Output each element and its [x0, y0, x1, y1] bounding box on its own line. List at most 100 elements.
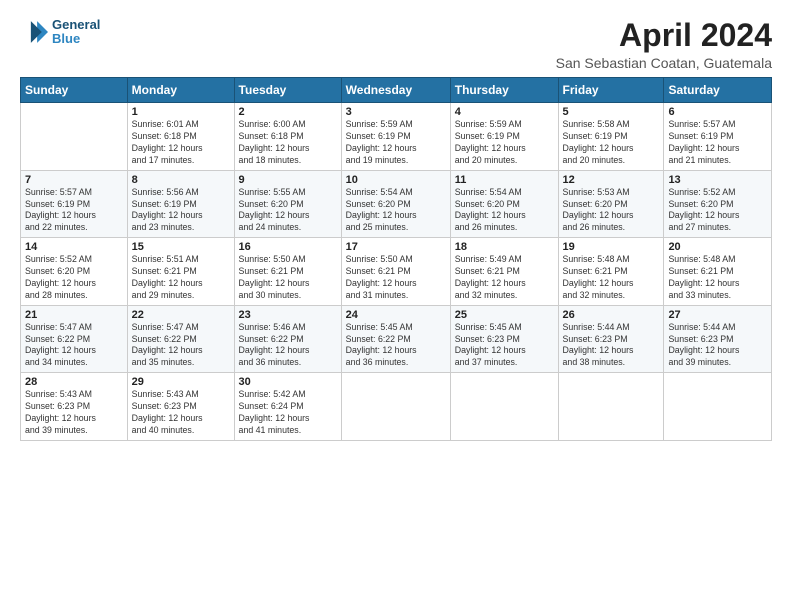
page: General Blue April 2024 San Sebastian Co…	[0, 0, 792, 612]
calendar-week-row: 21Sunrise: 5:47 AM Sunset: 6:22 PM Dayli…	[21, 305, 772, 373]
calendar-cell: 17Sunrise: 5:50 AM Sunset: 6:21 PM Dayli…	[341, 238, 450, 306]
day-number: 2	[239, 106, 337, 118]
day-info: Sunrise: 5:49 AM Sunset: 6:21 PM Dayligh…	[455, 254, 554, 302]
calendar-cell: 19Sunrise: 5:48 AM Sunset: 6:21 PM Dayli…	[558, 238, 664, 306]
calendar-cell	[341, 373, 450, 441]
weekday-header: Tuesday	[234, 78, 341, 103]
day-info: Sunrise: 5:50 AM Sunset: 6:21 PM Dayligh…	[239, 254, 337, 302]
day-info: Sunrise: 5:46 AM Sunset: 6:22 PM Dayligh…	[239, 322, 337, 370]
day-info: Sunrise: 5:59 AM Sunset: 6:19 PM Dayligh…	[455, 119, 554, 167]
day-info: Sunrise: 5:45 AM Sunset: 6:23 PM Dayligh…	[455, 322, 554, 370]
day-number: 8	[132, 174, 230, 186]
calendar-cell: 10Sunrise: 5:54 AM Sunset: 6:20 PM Dayli…	[341, 170, 450, 238]
calendar-cell: 2Sunrise: 6:00 AM Sunset: 6:18 PM Daylig…	[234, 103, 341, 171]
title-block: April 2024 San Sebastian Coatan, Guatema…	[556, 18, 772, 71]
day-number: 18	[455, 241, 554, 253]
day-info: Sunrise: 5:47 AM Sunset: 6:22 PM Dayligh…	[132, 322, 230, 370]
weekday-header: Sunday	[21, 78, 128, 103]
logo-text: General Blue	[52, 18, 100, 47]
calendar-week-row: 14Sunrise: 5:52 AM Sunset: 6:20 PM Dayli…	[21, 238, 772, 306]
calendar-cell: 25Sunrise: 5:45 AM Sunset: 6:23 PM Dayli…	[450, 305, 558, 373]
day-number: 11	[455, 174, 554, 186]
calendar-cell: 11Sunrise: 5:54 AM Sunset: 6:20 PM Dayli…	[450, 170, 558, 238]
day-info: Sunrise: 5:54 AM Sunset: 6:20 PM Dayligh…	[346, 187, 446, 235]
logo-line2: Blue	[52, 32, 100, 46]
day-info: Sunrise: 5:47 AM Sunset: 6:22 PM Dayligh…	[25, 322, 123, 370]
day-number: 6	[668, 106, 767, 118]
calendar-cell: 27Sunrise: 5:44 AM Sunset: 6:23 PM Dayli…	[664, 305, 772, 373]
weekday-header: Saturday	[664, 78, 772, 103]
calendar-week-row: 1Sunrise: 6:01 AM Sunset: 6:18 PM Daylig…	[21, 103, 772, 171]
day-info: Sunrise: 5:43 AM Sunset: 6:23 PM Dayligh…	[132, 389, 230, 437]
day-info: Sunrise: 5:55 AM Sunset: 6:20 PM Dayligh…	[239, 187, 337, 235]
calendar-week-row: 28Sunrise: 5:43 AM Sunset: 6:23 PM Dayli…	[21, 373, 772, 441]
day-number: 15	[132, 241, 230, 253]
calendar-header-row: SundayMondayTuesdayWednesdayThursdayFrid…	[21, 78, 772, 103]
weekday-header: Friday	[558, 78, 664, 103]
day-number: 22	[132, 309, 230, 321]
calendar-cell: 7Sunrise: 5:57 AM Sunset: 6:19 PM Daylig…	[21, 170, 128, 238]
calendar-cell: 6Sunrise: 5:57 AM Sunset: 6:19 PM Daylig…	[664, 103, 772, 171]
day-info: Sunrise: 5:54 AM Sunset: 6:20 PM Dayligh…	[455, 187, 554, 235]
day-number: 13	[668, 174, 767, 186]
day-number: 21	[25, 309, 123, 321]
day-number: 14	[25, 241, 123, 253]
day-number: 19	[563, 241, 660, 253]
calendar-cell: 14Sunrise: 5:52 AM Sunset: 6:20 PM Dayli…	[21, 238, 128, 306]
calendar-cell: 29Sunrise: 5:43 AM Sunset: 6:23 PM Dayli…	[127, 373, 234, 441]
logo-icon	[20, 18, 48, 46]
logo-line1: General	[52, 18, 100, 32]
calendar-cell: 21Sunrise: 5:47 AM Sunset: 6:22 PM Dayli…	[21, 305, 128, 373]
day-number: 25	[455, 309, 554, 321]
day-info: Sunrise: 5:57 AM Sunset: 6:19 PM Dayligh…	[25, 187, 123, 235]
day-info: Sunrise: 5:51 AM Sunset: 6:21 PM Dayligh…	[132, 254, 230, 302]
day-info: Sunrise: 5:52 AM Sunset: 6:20 PM Dayligh…	[668, 187, 767, 235]
day-number: 3	[346, 106, 446, 118]
day-info: Sunrise: 5:52 AM Sunset: 6:20 PM Dayligh…	[25, 254, 123, 302]
calendar-cell: 30Sunrise: 5:42 AM Sunset: 6:24 PM Dayli…	[234, 373, 341, 441]
calendar-cell	[558, 373, 664, 441]
calendar-cell: 28Sunrise: 5:43 AM Sunset: 6:23 PM Dayli…	[21, 373, 128, 441]
calendar-cell: 18Sunrise: 5:49 AM Sunset: 6:21 PM Dayli…	[450, 238, 558, 306]
day-number: 23	[239, 309, 337, 321]
calendar-cell: 22Sunrise: 5:47 AM Sunset: 6:22 PM Dayli…	[127, 305, 234, 373]
calendar-cell: 15Sunrise: 5:51 AM Sunset: 6:21 PM Dayli…	[127, 238, 234, 306]
day-number: 27	[668, 309, 767, 321]
subtitle: San Sebastian Coatan, Guatemala	[556, 55, 772, 71]
day-number: 9	[239, 174, 337, 186]
logo: General Blue	[20, 18, 100, 47]
day-number: 26	[563, 309, 660, 321]
weekday-header: Wednesday	[341, 78, 450, 103]
header: General Blue April 2024 San Sebastian Co…	[20, 18, 772, 71]
day-number: 29	[132, 376, 230, 388]
day-number: 1	[132, 106, 230, 118]
calendar-week-row: 7Sunrise: 5:57 AM Sunset: 6:19 PM Daylig…	[21, 170, 772, 238]
day-number: 12	[563, 174, 660, 186]
day-info: Sunrise: 6:01 AM Sunset: 6:18 PM Dayligh…	[132, 119, 230, 167]
calendar-cell: 24Sunrise: 5:45 AM Sunset: 6:22 PM Dayli…	[341, 305, 450, 373]
day-info: Sunrise: 5:44 AM Sunset: 6:23 PM Dayligh…	[563, 322, 660, 370]
calendar-cell: 8Sunrise: 5:56 AM Sunset: 6:19 PM Daylig…	[127, 170, 234, 238]
weekday-header: Monday	[127, 78, 234, 103]
calendar-cell: 5Sunrise: 5:58 AM Sunset: 6:19 PM Daylig…	[558, 103, 664, 171]
calendar-cell: 4Sunrise: 5:59 AM Sunset: 6:19 PM Daylig…	[450, 103, 558, 171]
calendar-cell: 9Sunrise: 5:55 AM Sunset: 6:20 PM Daylig…	[234, 170, 341, 238]
calendar-cell: 23Sunrise: 5:46 AM Sunset: 6:22 PM Dayli…	[234, 305, 341, 373]
calendar-cell	[21, 103, 128, 171]
day-info: Sunrise: 5:48 AM Sunset: 6:21 PM Dayligh…	[563, 254, 660, 302]
day-number: 28	[25, 376, 123, 388]
weekday-header: Thursday	[450, 78, 558, 103]
day-number: 10	[346, 174, 446, 186]
day-info: Sunrise: 5:59 AM Sunset: 6:19 PM Dayligh…	[346, 119, 446, 167]
day-info: Sunrise: 6:00 AM Sunset: 6:18 PM Dayligh…	[239, 119, 337, 167]
day-info: Sunrise: 5:44 AM Sunset: 6:23 PM Dayligh…	[668, 322, 767, 370]
day-number: 5	[563, 106, 660, 118]
calendar-cell: 12Sunrise: 5:53 AM Sunset: 6:20 PM Dayli…	[558, 170, 664, 238]
day-info: Sunrise: 5:56 AM Sunset: 6:19 PM Dayligh…	[132, 187, 230, 235]
day-info: Sunrise: 5:57 AM Sunset: 6:19 PM Dayligh…	[668, 119, 767, 167]
calendar-cell	[664, 373, 772, 441]
day-number: 17	[346, 241, 446, 253]
calendar-cell	[450, 373, 558, 441]
day-info: Sunrise: 5:43 AM Sunset: 6:23 PM Dayligh…	[25, 389, 123, 437]
day-number: 24	[346, 309, 446, 321]
